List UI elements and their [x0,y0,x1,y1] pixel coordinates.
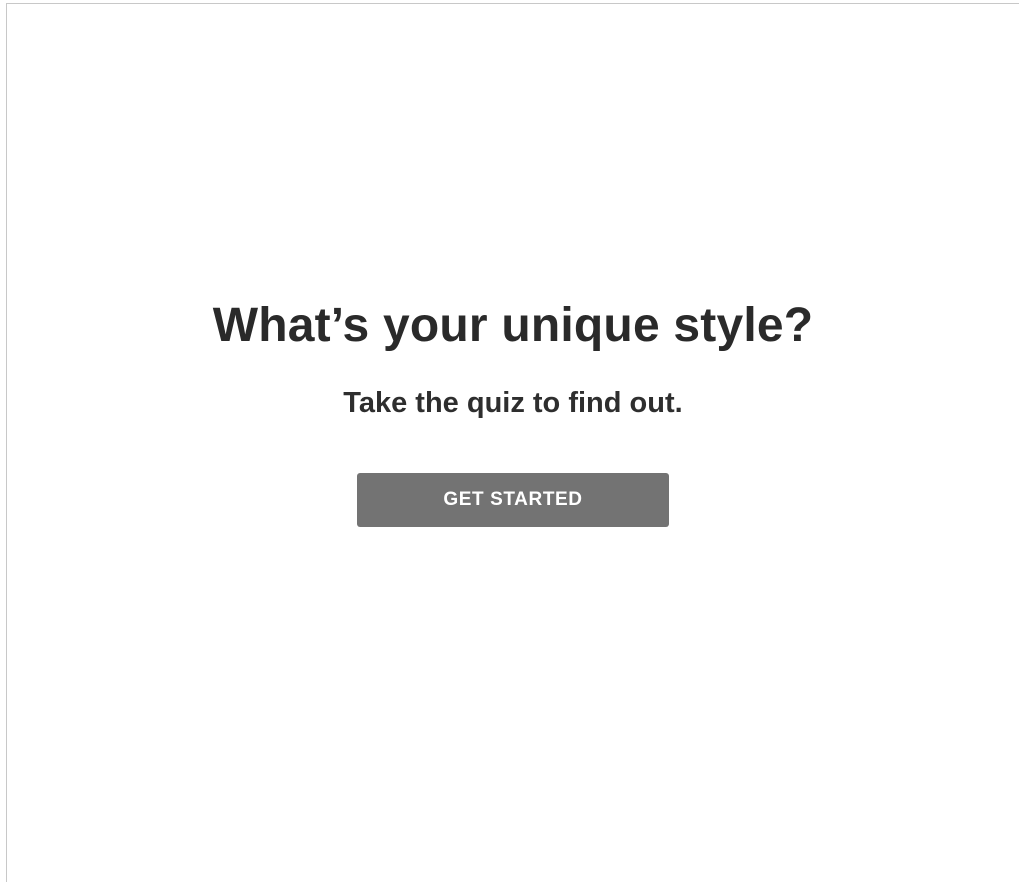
hero-headline: What’s your unique style? [212,299,814,352]
hero-section: What’s your unique style? Take the quiz … [7,297,1019,527]
get-started-button[interactable]: GET STARTED [357,473,669,527]
hero-subheadline: Take the quiz to find out. [343,387,683,419]
quiz-landing-frame: What’s your unique style? Take the quiz … [6,3,1019,882]
